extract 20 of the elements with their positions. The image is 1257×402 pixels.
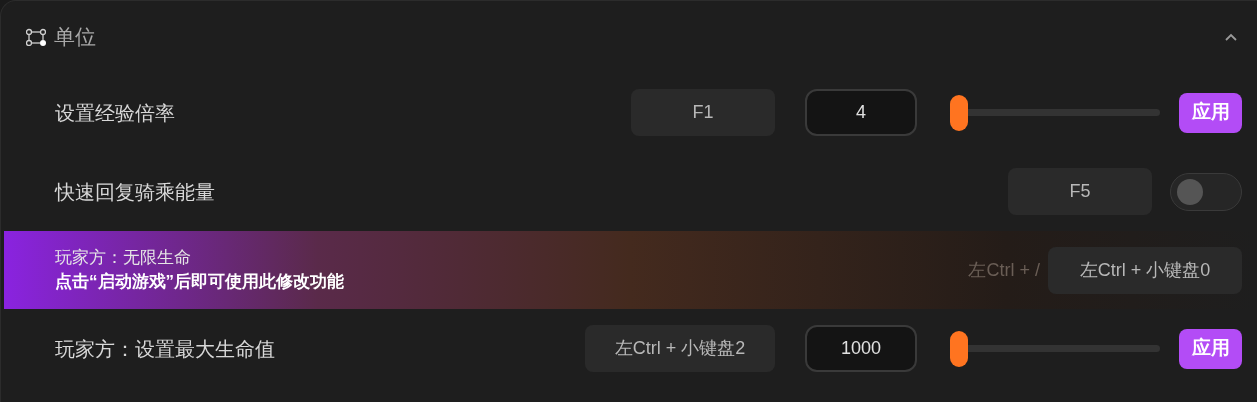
slider-thumb[interactable]: [949, 94, 968, 131]
row-label: 玩家方：无限生命: [55, 247, 192, 269]
chevron-icon[interactable]: [1223, 32, 1239, 42]
value-field[interactable]: 4: [805, 89, 917, 136]
value-field[interactable]: 1000: [805, 325, 917, 372]
row-label: 快速回复骑乘能量: [55, 179, 215, 205]
row-label: 设置经验倍率: [55, 100, 175, 126]
hotkey-box[interactable]: 左Ctrl + 小键盘2: [585, 325, 775, 372]
slider-thumb[interactable]: [949, 330, 968, 367]
apply-button[interactable]: 应用: [1179, 92, 1242, 133]
toggle-switch[interactable]: [1170, 172, 1242, 211]
hotkey-box[interactable]: F5: [1008, 168, 1152, 215]
nodes-icon: [26, 28, 46, 46]
row-label: 玩家方：设置最大生命值: [55, 336, 275, 362]
hotkey-box[interactable]: 左Ctrl + 小键盘0: [1048, 246, 1242, 294]
notice-text: 点击“启动游戏”后即可使用此修改功能: [55, 271, 344, 293]
faded-hotkey: 左Ctrl + /: [968, 258, 1040, 282]
apply-button[interactable]: 应用: [1179, 328, 1242, 369]
section-title: 单位: [54, 24, 96, 51]
hotkey-box[interactable]: F1: [631, 89, 775, 136]
